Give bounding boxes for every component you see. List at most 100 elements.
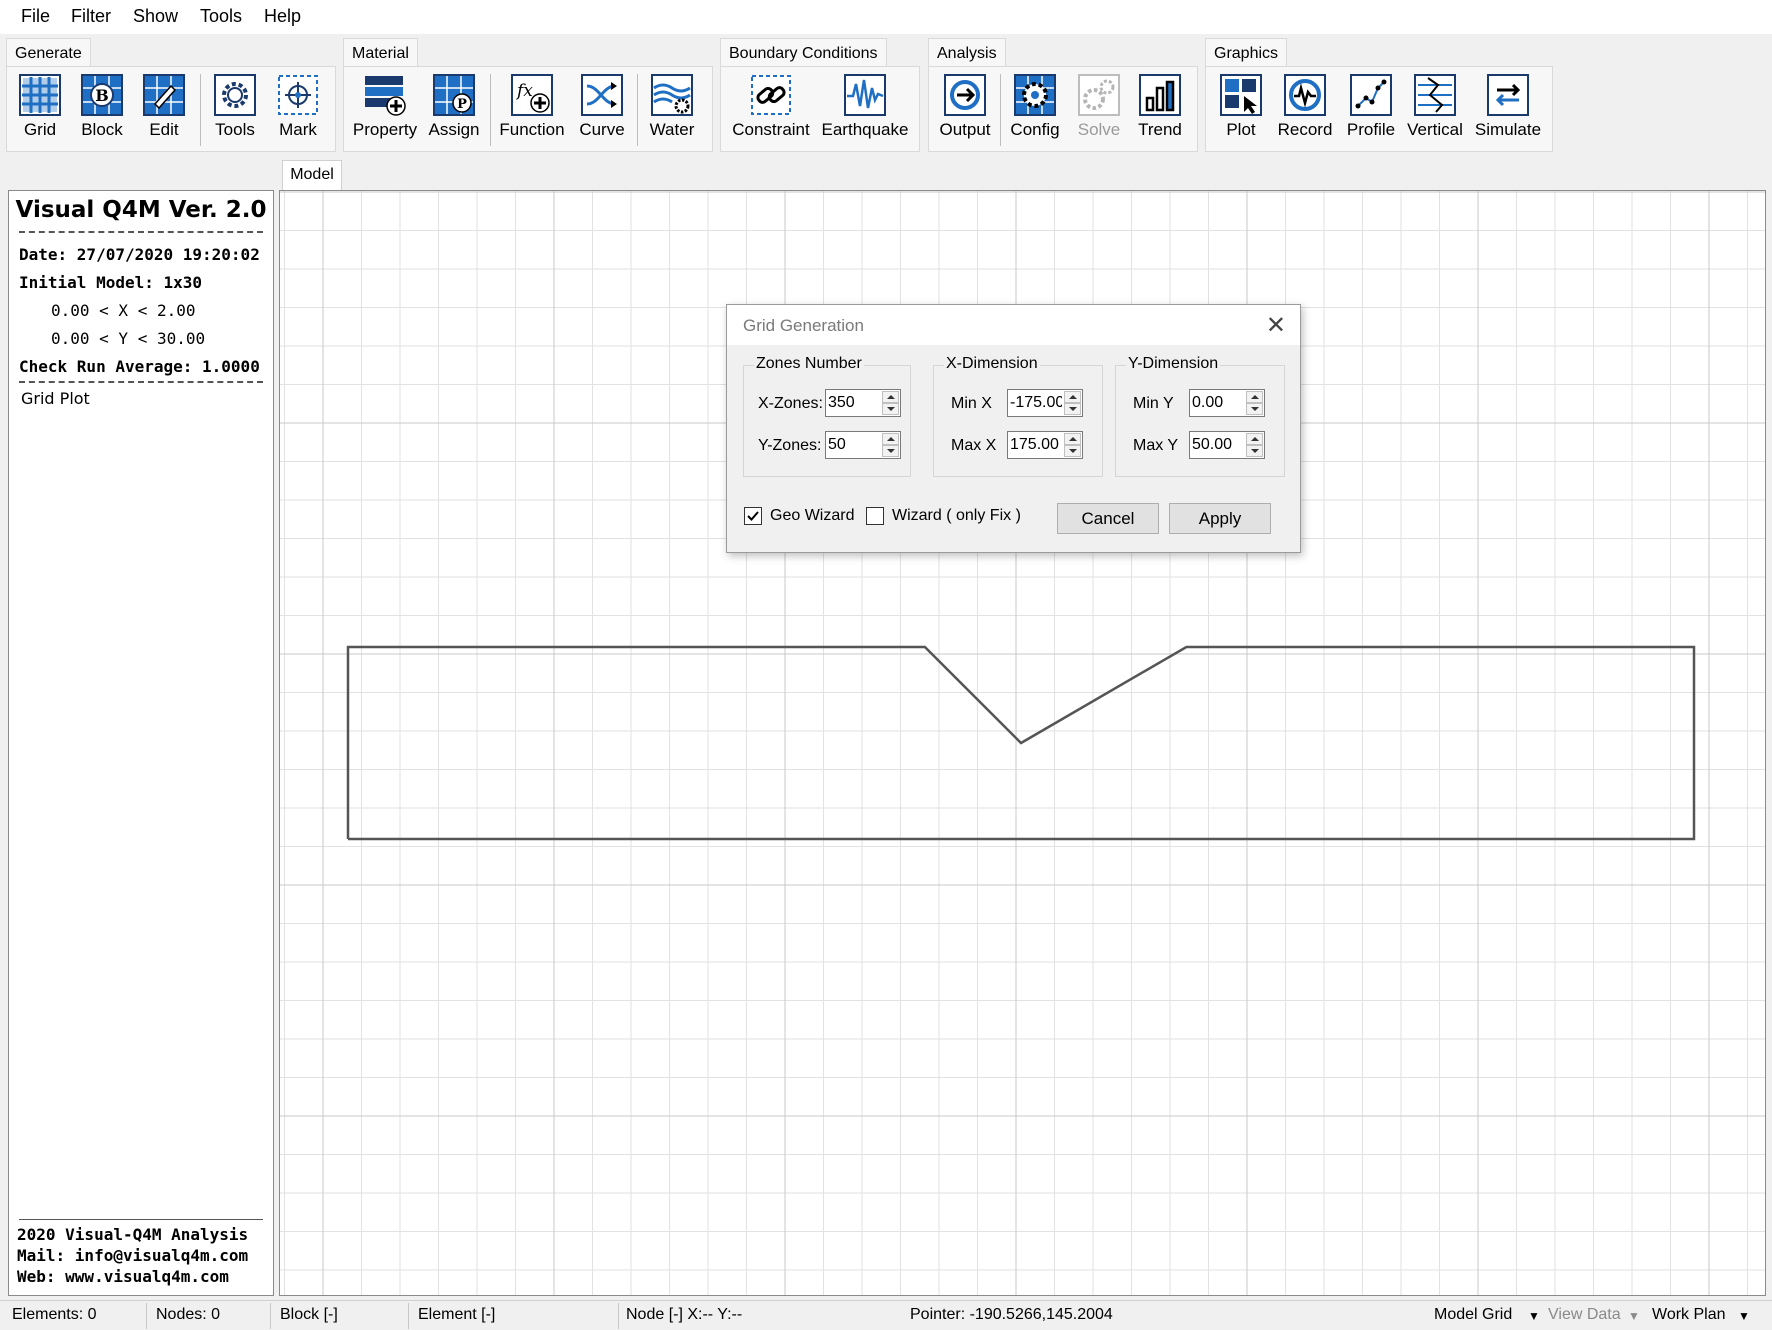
trend-button[interactable]: Trend (1130, 74, 1190, 148)
menu-file[interactable]: File (21, 6, 50, 27)
y-zones-input[interactable] (826, 432, 882, 458)
mark-button[interactable]: Mark (268, 74, 328, 148)
separator (200, 74, 201, 146)
edit-button-label: Edit (149, 120, 179, 139)
record-button[interactable]: Record (1274, 74, 1336, 148)
spin-up-icon[interactable] (1246, 391, 1263, 403)
spin-down-icon[interactable] (882, 445, 899, 457)
chevron-down-icon[interactable]: ▼ (1528, 1309, 1540, 1323)
x-dimension-group: X-Dimension (933, 355, 1103, 477)
block-button[interactable]: B Block (72, 74, 132, 148)
work-plan-dropdown[interactable]: Work Plan (1652, 1306, 1726, 1324)
grid-button[interactable]: Grid (10, 74, 70, 148)
plot-button[interactable]: Plot (1212, 74, 1270, 148)
spin-up-icon[interactable] (882, 391, 899, 403)
view-data-dropdown[interactable]: View Data (1548, 1306, 1621, 1324)
trend-button-label: Trend (1138, 120, 1182, 139)
tab-model[interactable]: Model (282, 160, 342, 190)
min-x-input[interactable] (1008, 390, 1064, 416)
assign-button[interactable]: P Assign (422, 74, 486, 148)
function-icon: fx (511, 74, 553, 116)
spin-up-icon[interactable] (1064, 433, 1081, 445)
status-pointer: Pointer: -190.5266,145.2004 (910, 1306, 1113, 1323)
spin-up-icon[interactable] (882, 433, 899, 445)
zones-number-legend: Zones Number (754, 355, 864, 373)
function-button[interactable]: fx Function (496, 74, 568, 148)
simulate-button-label: Simulate (1474, 120, 1542, 139)
water-button[interactable]: Water (642, 74, 702, 148)
y-zones-spinner[interactable] (825, 431, 901, 459)
max-y-input[interactable] (1190, 432, 1246, 458)
geo-wizard-checkbox[interactable] (744, 507, 762, 525)
edit-button[interactable]: Edit (134, 74, 194, 148)
model-profile-outline (346, 645, 1696, 841)
chevron-down-icon[interactable]: ▼ (1738, 1309, 1750, 1323)
min-y-input[interactable] (1190, 390, 1246, 416)
wizard-only-fix-checkbox[interactable] (866, 507, 884, 525)
refresh-icon (1487, 74, 1529, 116)
zones-number-group: Zones Number (743, 355, 911, 477)
checkmark-icon (747, 511, 759, 521)
max-x-input[interactable] (1008, 432, 1064, 458)
water-button-label: Water (649, 120, 695, 139)
max-x-spinner[interactable] (1007, 431, 1083, 459)
group-tab-analysis: Analysis (928, 38, 1006, 68)
min-y-spinner[interactable] (1189, 389, 1265, 417)
spin-down-icon[interactable] (882, 403, 899, 415)
curve-button[interactable]: Curve (572, 74, 632, 148)
spin-down-icon[interactable] (1246, 445, 1263, 457)
spin-up-icon[interactable] (1246, 433, 1263, 445)
block-icon: B (81, 74, 123, 116)
simulate-button[interactable]: Simulate (1468, 74, 1548, 148)
constraint-button[interactable]: Constraint (728, 74, 814, 148)
assign-button-label: Assign (428, 120, 480, 139)
separator (146, 1303, 147, 1329)
separator (408, 1303, 409, 1329)
spin-down-icon[interactable] (1246, 403, 1263, 415)
x-dimension-legend: X-Dimension (944, 355, 1040, 373)
tools-button-label: Tools (215, 120, 255, 139)
menu-filter[interactable]: Filter (71, 6, 111, 27)
profile-button[interactable]: Profile (1340, 74, 1402, 148)
tools-button[interactable]: Tools (204, 74, 266, 148)
divider (19, 381, 263, 383)
grid-plot-item[interactable]: Grid Plot (21, 389, 90, 408)
earthquake-button[interactable]: Earthquake (818, 74, 912, 148)
x-zones-spinner[interactable] (825, 389, 901, 417)
model-grid-dropdown[interactable]: Model Grid (1434, 1306, 1512, 1324)
property-button-label: Property (352, 120, 418, 139)
wizard-only-fix-label: Wizard ( only Fix ) (892, 507, 1021, 524)
output-button[interactable]: Output (934, 74, 996, 148)
config-button[interactable]: Config (1004, 74, 1066, 148)
property-button[interactable]: Property (350, 74, 420, 148)
min-x-spinner[interactable] (1007, 389, 1083, 417)
config-button-label: Config (1010, 120, 1060, 139)
spin-down-icon[interactable] (1064, 403, 1081, 415)
separator (618, 1303, 619, 1329)
ribbon: Generate Material Boundary Conditions An… (0, 34, 1772, 164)
max-y-spinner[interactable] (1189, 431, 1265, 459)
menu-tools[interactable]: Tools (200, 6, 242, 27)
apply-button[interactable]: Apply (1169, 503, 1271, 534)
gear-icon (214, 74, 256, 116)
solve-button[interactable]: Solve (1068, 74, 1130, 148)
close-icon[interactable]: ✕ (1266, 311, 1286, 340)
spin-up-icon[interactable] (1064, 391, 1081, 403)
menu-help[interactable]: Help (264, 6, 301, 27)
cancel-button[interactable]: Cancel (1057, 503, 1159, 534)
chevron-down-icon[interactable]: ▼ (1628, 1309, 1640, 1323)
seismograph-icon (844, 74, 886, 116)
water-icon (651, 74, 693, 116)
menu-show[interactable]: Show (133, 6, 178, 27)
min-y-label: Min Y (1133, 395, 1174, 412)
menu-bar: File Filter Show Tools Help (0, 0, 1772, 34)
spin-down-icon[interactable] (1064, 445, 1081, 457)
vertical-profile-icon (1414, 74, 1456, 116)
vertical-button[interactable]: Vertical (1404, 74, 1466, 148)
settings-icon (1014, 74, 1056, 116)
bar-chart-icon (1139, 74, 1181, 116)
svg-text:B: B (95, 86, 109, 105)
y-dimension-group: Y-Dimension (1115, 355, 1285, 477)
x-zones-input[interactable] (826, 390, 882, 416)
solve-button-label: Solve (1077, 120, 1121, 139)
